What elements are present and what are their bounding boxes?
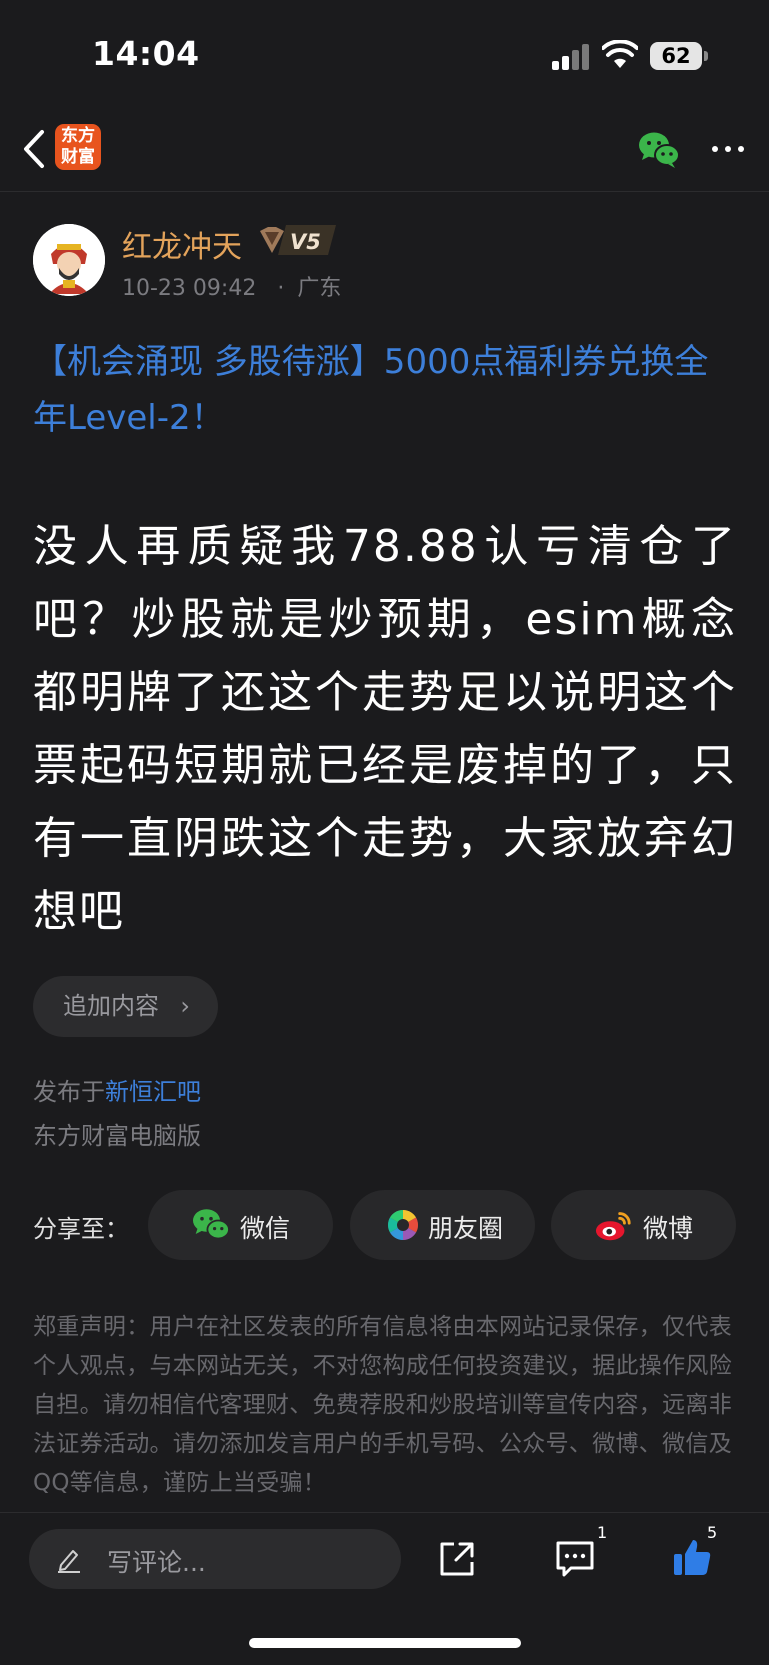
wifi-icon [602,40,638,68]
chevron-right-icon: › [180,992,190,1020]
comment-placeholder: 写评论... [107,1548,206,1577]
published-prefix: 发布于 [33,1078,105,1106]
disclaimer: 郑重声明：用户在社区发表的所有信息将由本网站记录保存，仅代表个人观点，与本网站无… [33,1314,732,1496]
post-date: 10-23 09:42 [122,276,257,301]
app-logo-line2: 财富 [61,147,95,167]
published-in: 发布于新恒汇吧 [33,1072,201,1107]
thumbs-up-icon[interactable] [672,1537,712,1577]
comment-icon[interactable] [555,1540,595,1578]
post-content: 没人再质疑我78.88认亏清仓了吧？炒股就是炒预期，esim概念都明牌了还这个走… [33,521,737,937]
status-bar: 14:04 62 [0,0,769,110]
share-label: 分享至： [33,1215,129,1243]
meta-separator: · [277,276,285,301]
wechat-icon [193,1209,230,1240]
post-source: 东方财富电脑版 [33,1122,201,1150]
share-moments-label: 朋友圈 [428,1214,504,1243]
share-out-icon[interactable] [438,1540,476,1578]
share-weibo-button[interactable]: 微博 [551,1190,736,1260]
post-meta: 10-23 09:42 · 广东 [122,270,341,302]
app-logo-line1: 东方 [61,126,95,146]
append-content-label: 追加内容 [63,992,159,1020]
more-dots-icon[interactable] [710,142,746,156]
comment-input[interactable]: 写评论... [29,1529,401,1589]
home-indicator [249,1638,521,1648]
back-arrow-icon[interactable] [14,124,56,174]
share-moments-button[interactable]: 朋友圈 [350,1190,535,1260]
like-count: 5 [707,1523,718,1542]
status-time: 14:04 [92,34,200,73]
comment-count: 1 [597,1523,608,1542]
promo-headline-link[interactable]: 【机会涌现 多股待涨】5000点福利券兑换全年Level-2！ [33,334,737,446]
moments-icon [387,1210,419,1240]
cellular-signal-icon [552,44,592,70]
share-wechat-label: 微信 [240,1214,291,1243]
pen-icon [58,1550,80,1573]
app-logo[interactable]: 东方 财富 [55,124,101,170]
vip-level-badge: V5 [260,225,336,255]
wechat-icon[interactable] [638,130,680,170]
nav-bar: 东方 财富 [0,110,769,192]
forum-link[interactable]: 新恒汇吧 [105,1078,201,1106]
post-location: 广东 [297,276,342,301]
bottom-bar: 写评论... 1 5 [0,1512,769,1665]
share-wechat-button[interactable]: 微信 [148,1190,333,1260]
author-name[interactable]: 红龙冲天 [122,222,242,266]
avatar[interactable] [33,224,105,296]
battery-tip [704,51,708,61]
append-content-button[interactable]: 追加内容 › [33,976,218,1037]
vip-level-text: V5 [290,230,321,254]
battery-indicator: 62 [650,42,702,70]
weibo-icon [595,1212,631,1241]
avatar-image [33,224,105,296]
share-weibo-label: 微博 [643,1214,694,1243]
